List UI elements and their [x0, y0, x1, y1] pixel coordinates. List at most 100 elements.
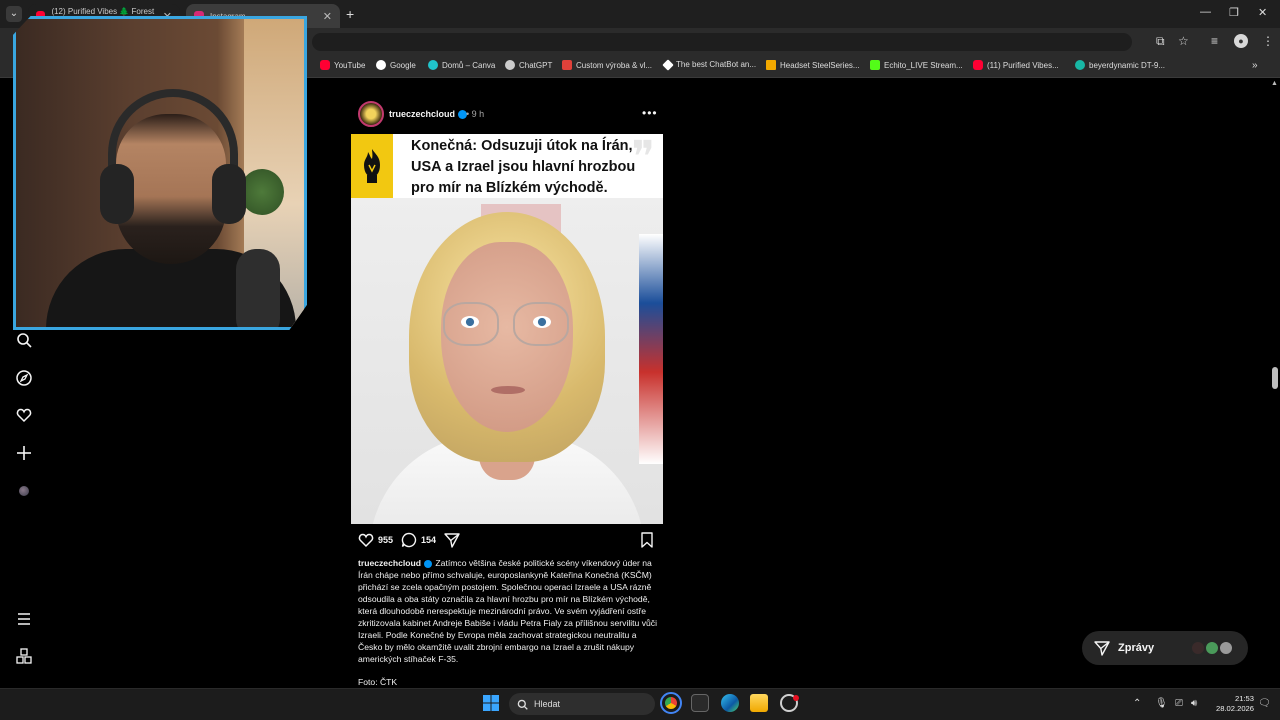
more-options-icon[interactable]: ••• — [642, 106, 658, 120]
heart-icon[interactable] — [15, 406, 33, 424]
bookmark-chatgpt[interactable]: ChatGPT — [505, 60, 552, 70]
comment-button[interactable]: 154 — [401, 532, 436, 548]
more-bookmarks-icon[interactable]: » — [1252, 60, 1258, 71]
address-bar[interactable] — [312, 33, 1132, 51]
post-timestamp[interactable]: • 9 h — [466, 109, 484, 119]
bookmark-canva[interactable]: Domů – Canva — [428, 60, 495, 70]
volume-icon[interactable]: 🔊︎ — [1191, 698, 1197, 709]
post-image[interactable]: ❞ Konečná: Odsuzuji útok na Írán, USA a … — [351, 134, 663, 524]
bookmark-youtube[interactable]: YouTube — [320, 60, 365, 70]
heart-icon — [358, 533, 374, 548]
file-explorer-icon[interactable] — [750, 694, 768, 712]
notifications-icon[interactable]: 🗨︎ — [1258, 698, 1271, 709]
restore-button[interactable]: ❐ — [1229, 6, 1239, 19]
tray-overflow-icon[interactable]: ⌃ — [1133, 698, 1141, 709]
bookmark-beyerdynamic[interactable]: beyerdynamic DT-9... — [1075, 60, 1165, 70]
new-tab-button[interactable]: + — [346, 6, 354, 22]
search-icon — [517, 699, 528, 710]
image-headline-banner: ❞ Konečná: Odsuzuji útok na Írán, USA a … — [351, 134, 663, 198]
create-icon[interactable] — [15, 444, 33, 462]
notification-badge — [793, 695, 799, 701]
bookmark-custom-vyroba[interactable]: Custom výroba & vl... — [562, 60, 652, 70]
share-button[interactable] — [444, 532, 460, 548]
store-icon[interactable] — [691, 694, 709, 712]
close-window-button[interactable]: ✕ — [1258, 6, 1267, 19]
bookmark-chatbot[interactable]: The best ChatBot an... — [662, 58, 757, 71]
webcam-overlay — [13, 16, 307, 330]
like-count[interactable]: 955 — [378, 535, 393, 545]
bookmark-label: The best ChatBot an... — [676, 60, 757, 69]
steelseries-icon — [766, 60, 776, 70]
send-icon — [1094, 641, 1110, 656]
microphone-icon[interactable]: 🎙︎ — [1155, 698, 1168, 709]
bookmark-label: Domů – Canva — [442, 60, 496, 70]
webcam-headphone-cup — [212, 164, 246, 224]
menu-icon[interactable] — [15, 610, 33, 628]
message-avatar — [1218, 640, 1234, 656]
bookmark-star-icon[interactable]: ☆ — [1178, 34, 1189, 48]
bookmark-label: Headset SteelSeries... — [780, 60, 860, 70]
bookmark-icon — [641, 532, 653, 548]
network-icon[interactable]: ⎚ — [1175, 698, 1183, 709]
bookmark-label: Custom výroba & vl... — [576, 60, 653, 70]
scroll-up-arrow-icon[interactable]: ▲ — [1271, 80, 1278, 87]
webcam-microphone — [236, 249, 280, 327]
media-control-icon[interactable]: ≡ — [1211, 34, 1218, 48]
apps-icon[interactable] — [15, 647, 33, 665]
save-button[interactable] — [640, 532, 654, 548]
comment-icon — [401, 532, 417, 548]
post-username[interactable]: trueczechcloud — [389, 109, 455, 119]
canva-icon — [428, 60, 438, 70]
install-app-icon[interactable]: ⧉ — [1156, 34, 1165, 49]
post-author-avatar[interactable] — [358, 101, 384, 127]
explore-icon[interactable] — [15, 369, 33, 387]
bookmark-steelseries[interactable]: Headset SteelSeries... — [766, 60, 860, 70]
profile-avatar[interactable] — [19, 486, 29, 496]
photo-credit: Foto: ČTK — [358, 677, 398, 687]
comment-count[interactable]: 154 — [421, 535, 436, 545]
caption-username[interactable]: trueczechcloud — [358, 558, 421, 568]
youtube-icon — [320, 60, 330, 70]
kick-icon — [870, 60, 880, 70]
post-author[interactable]: trueczechcloud — [389, 109, 468, 120]
clock-date: 28.02.2026 — [1215, 704, 1254, 713]
flame-logo-icon — [351, 134, 393, 198]
chrome-icon[interactable] — [660, 692, 682, 714]
webcam-headphone-cup — [100, 164, 134, 224]
search-placeholder: Hledat — [534, 699, 561, 709]
bookmark-label: (11) Purified Vibes... — [987, 60, 1059, 70]
image-background-flag — [639, 234, 663, 464]
post-caption: trueczechcloud Zatímco většina české pol… — [358, 557, 658, 665]
minimize-button[interactable]: — — [1200, 6, 1211, 18]
beyerdynamic-icon — [1075, 60, 1085, 70]
bookmark-purified-vibes[interactable]: (11) Purified Vibes... — [973, 60, 1059, 70]
custom-vyroba-icon — [562, 60, 572, 70]
webcam-plant — [240, 169, 284, 215]
system-clock[interactable]: 21:53 28.02.2026 — [1208, 694, 1254, 714]
screen: ⌄ (12) Purified Vibes 🌲 Forest ... ✕ Ins… — [0, 0, 1280, 720]
tab-search-button[interactable]: ⌄ — [6, 6, 22, 22]
taskbar-search[interactable]: Hledat — [509, 693, 655, 715]
like-button[interactable]: 955 — [358, 532, 393, 548]
image-headline: Konečná: Odsuzuji útok na Írán, USA a Iz… — [411, 138, 636, 196]
share-icon — [444, 533, 460, 548]
chatgpt-icon — [505, 60, 515, 70]
browser-menu-icon[interactable]: ⋮ — [1262, 34, 1274, 48]
edge-icon[interactable] — [721, 694, 739, 712]
scrollbar-thumb[interactable] — [1272, 367, 1278, 389]
bookmark-google[interactable]: Google — [376, 60, 416, 70]
bookmark-label: ChatGPT — [519, 60, 553, 70]
search-icon[interactable] — [15, 331, 33, 349]
windows-start-icon[interactable] — [483, 695, 501, 713]
caption-text: Zatímco většina české politické scény ví… — [358, 558, 658, 664]
close-tab-icon[interactable]: ✕ — [323, 10, 332, 23]
profile-icon[interactable]: ● — [1234, 34, 1248, 48]
bookmark-label: YouTube — [334, 60, 366, 70]
image-mouth — [491, 386, 525, 394]
chatbot-icon — [662, 58, 674, 71]
bookmark-label: Echito_LIVE Stream... — [884, 60, 963, 70]
bookmark-kick[interactable]: Echito_LIVE Stream... — [870, 60, 963, 70]
messages-label: Zprávy — [1118, 642, 1155, 654]
bookmark-label: Google — [390, 60, 416, 70]
bookmark-label: beyerdynamic DT-9... — [1089, 60, 1166, 70]
